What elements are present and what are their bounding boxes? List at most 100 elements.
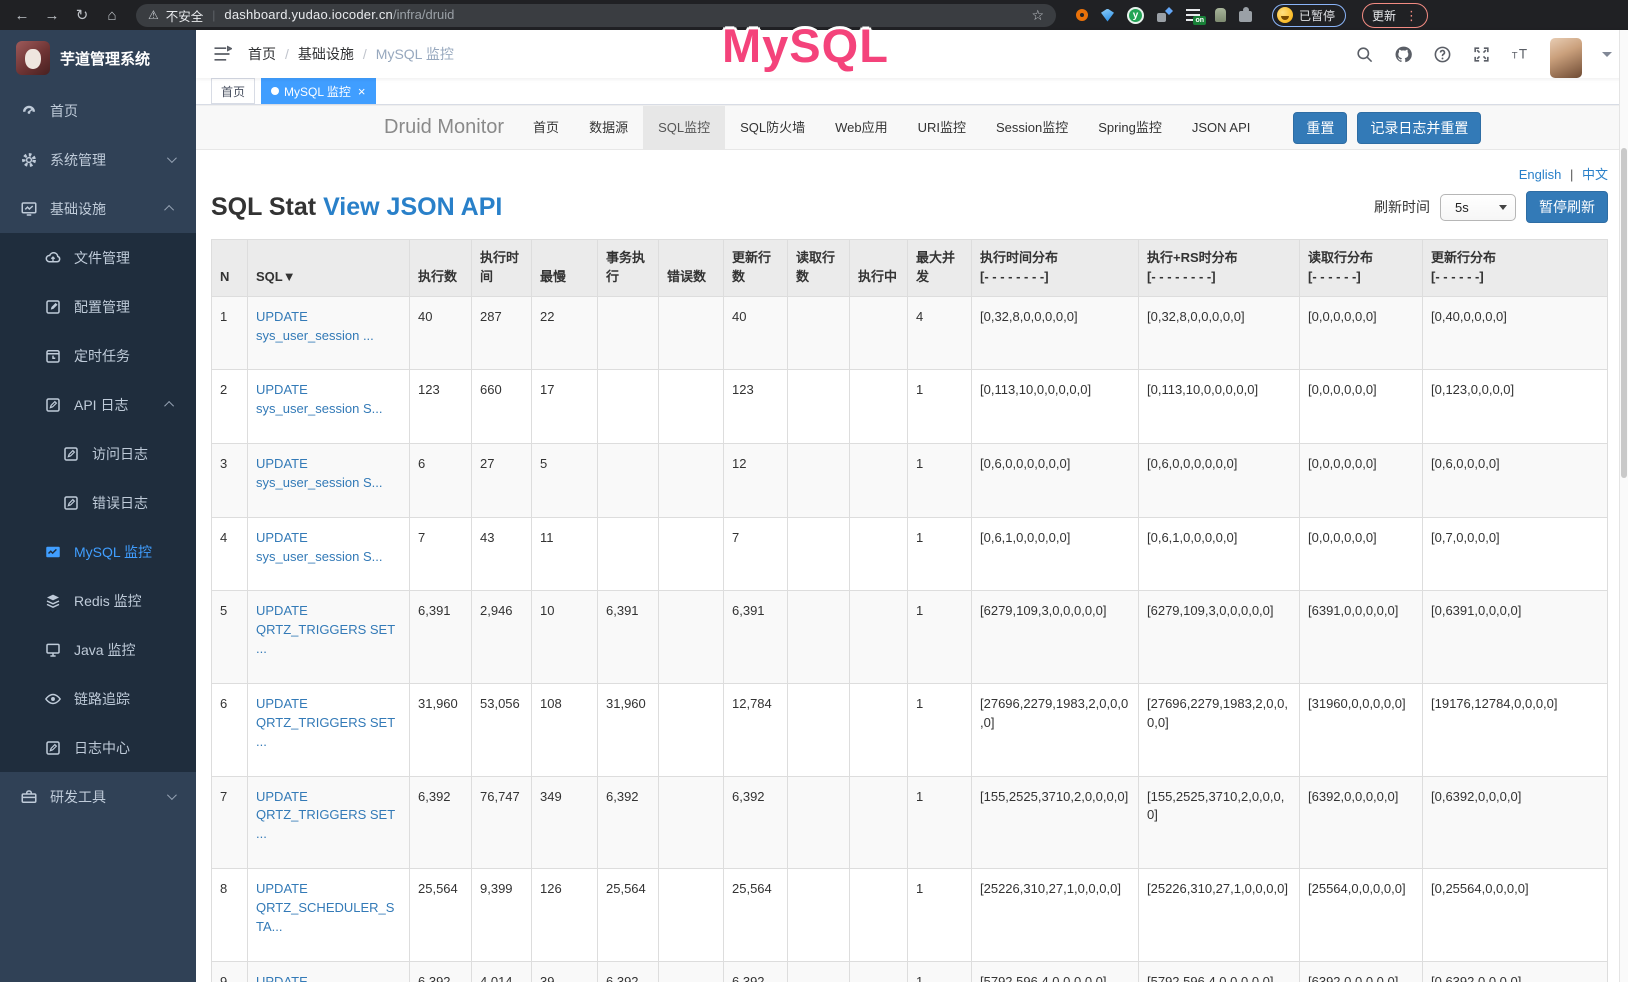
column-header: 执行数 [410,240,472,297]
sidebar-logo-row[interactable]: 芋道管理系统 [0,30,196,86]
view-json-api-link[interactable]: View JSON API [323,193,502,221]
column-header: 更新行数 [724,240,788,297]
druid-nav-tab[interactable]: SQL防火墙 [725,106,820,149]
table-cell [598,517,659,591]
druid-nav-tab[interactable]: Web应用 [820,106,903,149]
sql-link[interactable]: UPDATE QRTZ_TRIGGERS SET ... [256,789,395,842]
sql-link[interactable]: UPDATE QRTZ_TRIGGERS SET ... [256,603,395,656]
sidebar-item-label: 系统管理 [50,150,106,170]
druid-nav-tab[interactable]: SQL监控 [643,106,725,149]
pause-refresh-button[interactable]: 暂停刷新 [1526,191,1608,223]
user-avatar[interactable] [1550,38,1582,78]
sidebar-item-system[interactable]: 系统管理 [0,135,196,184]
sidebar-item-home[interactable]: 首页 [0,86,196,135]
table-cell: 4,014 [472,961,532,982]
breadcrumb-infra[interactable]: 基础设施 [298,44,354,64]
druid-nav-tab[interactable]: 数据源 [574,106,643,149]
druid-nav-tab[interactable]: URI监控 [903,106,981,149]
sidebar-item-access-log[interactable]: 访问日志 [0,429,196,478]
sql-link[interactable]: UPDATE sys_user_session S... [256,382,382,416]
extension-ring-icon[interactable] [1076,9,1088,21]
column-header[interactable]: SQL▼ [248,240,410,297]
sidebar-item-api-log[interactable]: API 日志 [0,380,196,429]
sidebar-item-redis[interactable]: Redis 监控 [0,576,196,625]
sql-link[interactable]: UPDATE QRTZ_TRIGGERS SET ... [256,696,395,749]
extension-blob-icon[interactable] [1215,8,1226,22]
browser-update-button[interactable]: 更新 ⋮ [1362,3,1428,28]
table-cell: 1 [908,591,972,684]
sidebar-item-infra[interactable]: 基础设施 [0,184,196,233]
github-icon[interactable] [1394,45,1413,64]
sidebar-item-file[interactable]: 文件管理 [0,233,196,282]
table-cell: 6,392 [410,776,472,869]
sidebar-item-dev-tool[interactable]: 研发工具 [0,772,196,821]
tag-mysql-monitor[interactable]: MySQL 监控 × [261,78,376,104]
sidebar-item-mysql[interactable]: MySQL 监控 [0,527,196,576]
druid-nav-tab[interactable]: Spring监控 [1083,106,1177,149]
table-cell: [0,0,0,0,0,0] [1300,296,1423,370]
search-icon[interactable] [1355,45,1374,64]
lang-english-link[interactable]: English [1519,167,1562,182]
extensions-puzzle-icon[interactable] [1239,11,1252,22]
refresh-interval-select[interactable]: 5s [1440,194,1516,221]
table-cell [659,683,724,776]
table-cell: 5 [532,444,598,518]
breadcrumb-home[interactable]: 首页 [248,44,276,64]
sidebar-item-java[interactable]: Java 监控 [0,625,196,674]
sidebar-item-label: 研发工具 [50,787,106,807]
sql-link[interactable]: UPDATE sys_user_session S... [256,456,382,490]
table-cell: [0,6392,0,0,0,0] [1423,961,1608,982]
table-cell: 7 [724,517,788,591]
sidebar-item-config[interactable]: 配置管理 [0,282,196,331]
extension-squares-icon[interactable] [1157,7,1173,23]
extension-gem-icon[interactable] [1101,9,1114,22]
sidebar-item-error-log[interactable]: 错误日志 [0,478,196,527]
table-cell: 40 [410,296,472,370]
sidebar-fold-icon[interactable] [212,44,232,64]
main-area: 首页 / 基础设施 / MySQL 监控 [196,30,1628,982]
fullscreen-icon[interactable] [1472,45,1491,64]
table-cell: 22 [532,296,598,370]
sql-link[interactable]: UPDATE sys_user_session ... [256,309,374,343]
column-header: 最大并发 [908,240,972,297]
sql-link[interactable]: UPDATE QRTZ_FIRED_TRIGGER... [256,974,394,982]
help-icon[interactable] [1433,45,1452,64]
sidebar-item-trace[interactable]: 链路追踪 [0,674,196,723]
table-cell [659,591,724,684]
paused-extension-pill[interactable]: 已暂停 [1272,4,1346,27]
avatar-caret-icon[interactable] [1602,52,1612,57]
browser-back-icon[interactable]: ← [10,7,34,24]
table-cell: 31,960 [598,683,659,776]
browser-menu-dots-icon[interactable]: ⋮ [1405,9,1418,22]
tag-close-icon[interactable]: × [356,85,366,98]
table-cell: [155,2525,3710,2,0,0,0,0] [972,776,1139,869]
table-cell: UPDATE sys_user_session S... [248,517,410,591]
sidebar-item-log-center[interactable]: 日志中心 [0,723,196,772]
sidebar-item-job[interactable]: 定时任务 [0,331,196,380]
bookmark-star-icon[interactable]: ☆ [1031,7,1044,24]
log-and-reset-button[interactable]: 记录日志并重置 [1357,112,1481,144]
tag-home[interactable]: 首页 [211,78,255,104]
browser-home-icon[interactable]: ⌂ [100,7,124,24]
font-size-icon[interactable]: TT [1511,45,1530,64]
lang-chinese-link[interactable]: 中文 [1582,167,1608,182]
table-cell: 108 [532,683,598,776]
address-bar[interactable]: ⚠ 不安全 | dashboard.yudao.iocoder.cn/infra… [136,4,1056,27]
table-cell: UPDATE QRTZ_SCHEDULER_STA... [248,869,410,962]
extension-list-icon[interactable]: on [1186,7,1202,23]
table-cell: UPDATE sys_user_session S... [248,444,410,518]
scrollbar-thumb[interactable] [1621,148,1627,478]
sql-link[interactable]: UPDATE sys_user_session S... [256,530,382,564]
extension-y-icon[interactable]: y [1127,7,1144,24]
druid-nav-tab[interactable]: JSON API [1177,106,1266,149]
table-row: 8UPDATE QRTZ_SCHEDULER_STA...25,5649,399… [212,869,1608,962]
browser-forward-icon[interactable]: → [40,7,64,24]
table-cell: [31960,0,0,0,0,0] [1300,683,1423,776]
reset-button[interactable]: 重置 [1293,112,1347,144]
druid-nav-tab[interactable]: Session监控 [981,106,1083,149]
druid-nav-tab[interactable]: 首页 [518,106,574,149]
table-cell: 27 [472,444,532,518]
browser-reload-icon[interactable]: ↻ [70,6,94,24]
sql-link[interactable]: UPDATE QRTZ_SCHEDULER_STA... [256,881,394,934]
page-scrollbar[interactable] [1619,30,1628,982]
